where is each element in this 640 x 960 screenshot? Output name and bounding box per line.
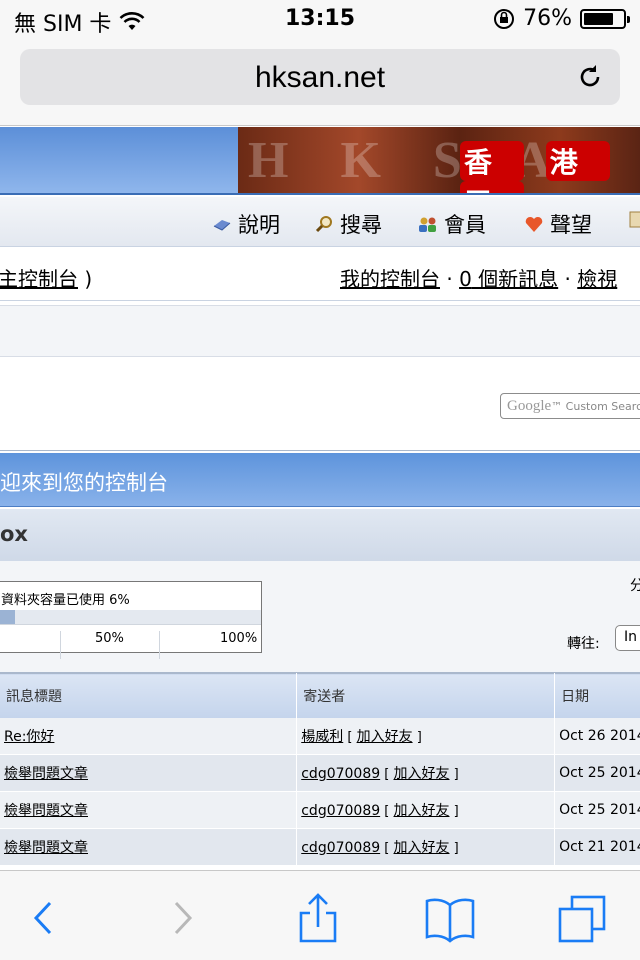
- nav-search[interactable]: 搜尋: [314, 209, 382, 239]
- nav-members[interactable]: 會員: [418, 209, 486, 239]
- address-bar[interactable]: hksan.net: [20, 49, 620, 105]
- help-icon: [213, 220, 231, 231]
- share-icon[interactable]: [291, 891, 345, 945]
- sender-link[interactable]: 楊威利: [301, 729, 343, 745]
- battery-status: 76%: [493, 6, 630, 31]
- corner-label: 分: [630, 578, 640, 594]
- table-row[interactable]: 檢舉問題文章 cdg070089 [ 加入好友 ] Oct 25 2014: [0, 791, 640, 829]
- message-date: Oct 21 2014: [554, 828, 640, 866]
- user-links-row: 主控制台 ) 我的控制台 · 0 個新訊息 · 檢視: [0, 251, 640, 301]
- scale-50: 50%: [95, 631, 124, 646]
- header-date[interactable]: 日期: [554, 673, 640, 718]
- sender-link[interactable]: cdg070089: [301, 840, 380, 856]
- quota-label: 資料夾容量已使用 6%: [1, 593, 130, 608]
- folder-quota-box: 資料夾容量已使用 6% 50% 100%: [0, 581, 262, 659]
- message-subject-link[interactable]: 檢舉問題文章: [4, 803, 88, 819]
- add-friend-link[interactable]: 加入好友: [394, 803, 450, 819]
- members-icon: [419, 217, 436, 232]
- message-date: Oct 25 2014: [554, 754, 640, 792]
- table-header-row: 訊息標題 寄送者 日期: [0, 673, 640, 718]
- quota-scale: 50% 100%: [0, 624, 261, 659]
- calendar-icon: [629, 211, 640, 228]
- message-date: Oct 25 2014: [554, 791, 640, 829]
- quota-bar-fill: [0, 610, 15, 624]
- scale-100: 100%: [220, 631, 258, 646]
- google-tm: ™: [551, 400, 563, 413]
- goto-folder-select[interactable]: In: [615, 625, 640, 651]
- quota-bar: [0, 610, 261, 624]
- user-row-left: 主控制台 ): [0, 263, 92, 292]
- user-row-suffix: ): [78, 267, 93, 291]
- search-area: Google™ Custom Search: [0, 359, 640, 451]
- url-text[interactable]: hksan.net: [20, 61, 620, 95]
- message-subject-link[interactable]: Re:你好: [4, 729, 54, 745]
- tabs-icon[interactable]: [556, 891, 610, 945]
- separator: ·: [558, 267, 578, 291]
- welcome-title: 迎來到您的控制台: [0, 471, 168, 495]
- search-icon: [315, 216, 332, 233]
- separator: ·: [440, 267, 460, 291]
- forward-icon[interactable]: [156, 891, 210, 945]
- nav-reputation[interactable]: 聲望: [524, 209, 592, 239]
- add-friend-link[interactable]: 加入好友: [394, 840, 450, 856]
- sender-link[interactable]: cdg070089: [301, 766, 380, 782]
- reload-icon[interactable]: [576, 63, 604, 91]
- table-row[interactable]: Re:你好 楊威利 [ 加入好友 ] Oct 26 2014: [0, 717, 640, 755]
- heart-icon: [525, 216, 543, 232]
- nav-reputation-label: 聲望: [550, 213, 592, 237]
- control-panel-link[interactable]: 主控制台: [0, 267, 78, 291]
- inbox-title: ox: [0, 522, 28, 546]
- site-navbar: 說明 搜尋 會員 聲望: [0, 197, 640, 247]
- nav-help-label: 說明: [238, 213, 280, 237]
- sender-link[interactable]: cdg070089: [301, 803, 380, 819]
- banner-char: 香: [460, 141, 525, 181]
- back-icon[interactable]: [16, 891, 70, 945]
- google-custom-search-text: Custom Search: [565, 400, 640, 413]
- new-messages-link[interactable]: 0 個新訊息: [459, 267, 558, 291]
- status-bar: 無 SIM 卡 13:15 76%: [0, 0, 640, 40]
- table-row[interactable]: 檢舉問題文章 cdg070089 [ 加入好友 ] Oct 25 2014: [0, 754, 640, 792]
- message-subject-link[interactable]: 檢舉問題文章: [4, 766, 88, 782]
- header-sender[interactable]: 寄送者: [296, 673, 556, 718]
- browser-address-area: hksan.net: [0, 40, 640, 126]
- google-custom-search-box[interactable]: Google™ Custom Search: [500, 393, 640, 419]
- header-subject[interactable]: 訊息標題: [0, 673, 298, 718]
- site-banner: HKSA 香 港 三: [0, 127, 640, 195]
- nav-more[interactable]: [628, 209, 640, 229]
- welcome-header: 迎來到您的控制台: [0, 453, 640, 507]
- web-page: HKSA 香 港 三 說明 搜尋 會員 聲望: [0, 127, 640, 870]
- my-control-panel-link[interactable]: 我的控制台: [340, 267, 440, 291]
- quota-area: 分 資料夾容量已使用 6% 50% 100% 轉往: In: [0, 561, 640, 673]
- banner-chinese: 香 港 三: [460, 141, 640, 193]
- nav-search-label: 搜尋: [340, 213, 382, 237]
- banner-char: 三: [460, 181, 525, 193]
- bookmarks-icon[interactable]: [423, 891, 477, 945]
- message-subject-link[interactable]: 檢舉問題文章: [4, 840, 88, 856]
- view-link[interactable]: 檢視: [577, 267, 617, 291]
- message-date: Oct 26 2014: [554, 717, 640, 755]
- nav-members-label: 會員: [444, 213, 486, 237]
- add-friend-link[interactable]: 加入好友: [357, 729, 413, 745]
- safari-toolbar: [0, 870, 640, 960]
- table-row[interactable]: 檢舉問題文章 cdg070089 [ 加入好友 ] Oct 21 2014: [0, 828, 640, 866]
- user-row-right: 我的控制台 · 0 個新訊息 · 檢視: [340, 263, 617, 292]
- inbox-header: ox: [0, 509, 640, 561]
- google-brand: Google: [507, 398, 552, 414]
- blank-bar: [0, 305, 640, 357]
- banner-char: 港: [545, 141, 610, 181]
- nav-help[interactable]: 說明: [212, 209, 280, 239]
- new-message-count: 0: [459, 267, 472, 291]
- rotation-lock-icon: [494, 8, 515, 29]
- add-friend-link[interactable]: 加入好友: [394, 766, 450, 782]
- new-message-label: 個新訊息: [471, 267, 559, 291]
- banner-logo[interactable]: HKSA 香 港 三: [238, 127, 640, 193]
- goto-label: 轉往:: [567, 636, 600, 652]
- battery-icon: [580, 8, 630, 29]
- messages-table: 訊息標題 寄送者 日期 Re:你好 楊威利 [ 加入好友 ] Oct 26 20…: [0, 673, 640, 866]
- battery-percent: 76%: [523, 6, 572, 31]
